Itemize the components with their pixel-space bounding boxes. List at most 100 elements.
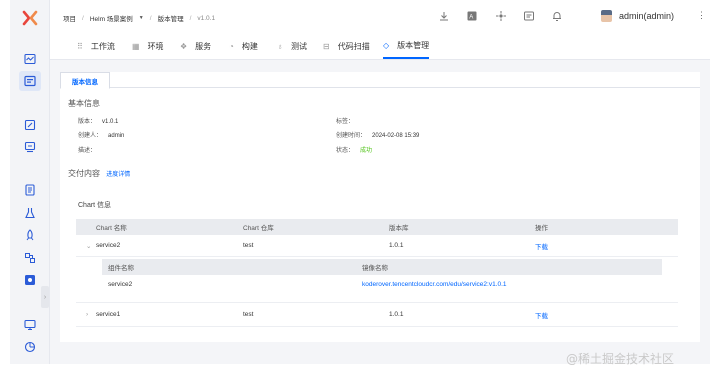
user-menu[interactable]: admin(admin) <box>601 10 674 22</box>
column-header: 镜像名称 <box>362 265 388 272</box>
progress-detail-link[interactable]: 进度详情 <box>106 172 130 178</box>
tab-version-info[interactable]: 版本信息 <box>60 72 110 89</box>
breadcrumb-separator: / <box>149 14 152 22</box>
image-name[interactable]: koderover.tencentcloudcr.com/edu/service… <box>362 281 662 288</box>
nested-table-header: 组件名称 镜像名称 <box>102 259 662 275</box>
table-row: › service1 test 1.0.1 下载 <box>76 303 678 327</box>
tab-label: 工作流 <box>90 42 115 51</box>
tab-label: 版本管理 <box>397 41 430 50</box>
breadcrumb-projects[interactable]: 项目 <box>63 13 76 23</box>
created-time-field: 创建时间： 2024-02-08 15:39 <box>336 130 419 139</box>
tag-field: 标签： <box>336 116 360 125</box>
cluster-icon[interactable] <box>23 251 37 265</box>
version-field: 版本： v1.0.1 <box>78 116 118 125</box>
delivery-title-text: 交付内容 <box>68 169 100 178</box>
chart-name: service2 <box>96 242 121 249</box>
left-navigation: › <box>10 0 50 364</box>
breadcrumb-separator: / <box>189 14 192 22</box>
module-tabs: ⠿ 工作流 ▦ 环境 ❖ 服务 ◔ 构建 ♁ 测试 ⊟ 代码扫描 ◇ 版本管理 <box>50 34 710 60</box>
field-label: 标签： <box>336 119 355 125</box>
edit-icon[interactable] <box>23 118 37 132</box>
field-label: 状态： <box>336 148 355 154</box>
main-content: 版本信息 基本信息 版本： v1.0.1 创建人： admin 描述： 标签： 创建… <box>50 60 710 364</box>
chevron-down-icon[interactable]: ▼ <box>139 15 144 21</box>
field-label: 创建人： <box>78 133 103 139</box>
code-scan-icon: ⊟ <box>323 42 330 51</box>
message-icon[interactable] <box>523 10 535 22</box>
tab-code-scan[interactable]: ⊟ 代码扫描 <box>323 34 370 59</box>
tab-label: 环境 <box>147 42 164 51</box>
breadcrumb-project[interactable]: Helm 场景案例 <box>90 13 133 23</box>
expanded-row: 组件名称 镜像名称 service2 koderover.tencentclou… <box>76 257 678 303</box>
table-header: Chart 名称 Chart 仓库 版本库 操作 <box>76 219 678 235</box>
tab-environment[interactable]: ▦ 环境 <box>132 34 164 59</box>
tab-workflow[interactable]: ⠿ 工作流 <box>77 34 115 59</box>
download-link[interactable]: 下载 <box>535 241 675 251</box>
download-icon[interactable] <box>438 10 450 22</box>
build-icon: ◔ <box>229 42 234 51</box>
logo-icon[interactable] <box>22 10 38 26</box>
breadcrumb-section[interactable]: 版本管理 <box>158 13 184 23</box>
rocket-icon[interactable] <box>23 228 37 242</box>
version-card: 版本信息 基本信息 版本： v1.0.1 创建人： admin 描述： 标签： 创建… <box>60 72 700 342</box>
chart-table: Chart 名称 Chart 仓库 版本库 操作 ⌄ service2 test… <box>76 219 678 327</box>
flask-icon[interactable] <box>23 206 37 220</box>
field-label: 版本： <box>78 119 97 125</box>
collapse-toggle[interactable]: ⌄ <box>76 242 96 250</box>
status-field: 状态： 成功 <box>336 145 372 154</box>
breadcrumb-current: v1.0.1 <box>197 14 216 22</box>
chart-info-title: Chart 信息 <box>78 202 112 209</box>
app-window: › 项目 / Helm 场景案例 ▼ / 版本管理 / v1.0.1 A adm… <box>10 0 710 364</box>
field-label: 创建时间： <box>336 133 367 139</box>
breadcrumb: 项目 / Helm 场景案例 ▼ / 版本管理 / v1.0.1 <box>63 13 216 24</box>
user-name: admin(admin) <box>619 11 675 21</box>
tab-label: 构建 <box>241 42 258 51</box>
component-name: service2 <box>108 280 133 288</box>
field-value: admin <box>108 133 125 139</box>
tab-build[interactable]: ◔ 构建 <box>229 34 258 59</box>
chart-version: 1.0.1 <box>389 311 404 318</box>
column-header: 操作 <box>535 225 548 232</box>
more-options-icon[interactable]: ⋮ <box>697 10 706 21</box>
settings-icon[interactable] <box>23 273 37 287</box>
breadcrumb-separator: / <box>82 14 84 22</box>
description-field: 描述： <box>78 145 102 154</box>
dashboard-icon[interactable] <box>23 52 37 66</box>
status-badge: 成功 <box>360 148 373 154</box>
column-header: 组件名称 <box>108 265 134 272</box>
plugin-icon[interactable] <box>495 10 507 22</box>
basic-info-title: 基本信息 <box>68 99 100 108</box>
expand-toggle[interactable]: › <box>76 311 96 318</box>
svg-text:A: A <box>469 15 473 21</box>
release-icon[interactable] <box>23 140 37 154</box>
projects-icon[interactable] <box>19 71 41 91</box>
monitor-icon[interactable] <box>23 318 37 332</box>
image-table: 组件名称 镜像名称 service2 koderover.tencentclou… <box>102 259 662 293</box>
bell-icon[interactable] <box>551 10 563 22</box>
column-header: Chart 仓库 <box>243 225 274 232</box>
test-icon: ♁ <box>277 42 283 51</box>
pie-chart-icon[interactable] <box>23 340 37 354</box>
tab-label: 服务 <box>195 42 212 51</box>
chart-version: 1.0.1 <box>389 242 404 249</box>
field-value: 2024-02-08 15:39 <box>372 133 420 139</box>
tab-version[interactable]: ◇ 版本管理 <box>383 34 430 59</box>
top-bar: 项目 / Helm 场景案例 ▼ / 版本管理 / v1.0.1 A admin… <box>50 0 710 34</box>
service-icon: ❖ <box>180 42 188 51</box>
translate-icon[interactable]: A <box>466 10 478 22</box>
field-value: v1.0.1 <box>102 119 119 125</box>
tab-service[interactable]: ❖ 服务 <box>180 34 211 59</box>
tab-label: 测试 <box>291 42 307 51</box>
download-link[interactable]: 下载 <box>535 310 675 320</box>
column-header: 版本库 <box>389 225 409 232</box>
watermark: @稀土掘金技术社区 <box>566 352 675 366</box>
document-icon[interactable] <box>23 183 37 197</box>
chart-repo: test <box>243 242 254 249</box>
field-label: 描述： <box>78 148 97 154</box>
workflow-icon: ⠿ <box>77 42 83 51</box>
sidebar-collapse-handle[interactable]: › <box>41 286 49 308</box>
chart-repo: test <box>243 311 254 318</box>
column-header: Chart 名称 <box>96 225 127 232</box>
environment-icon: ▦ <box>132 42 140 51</box>
tab-test[interactable]: ♁ 测试 <box>277 34 307 59</box>
